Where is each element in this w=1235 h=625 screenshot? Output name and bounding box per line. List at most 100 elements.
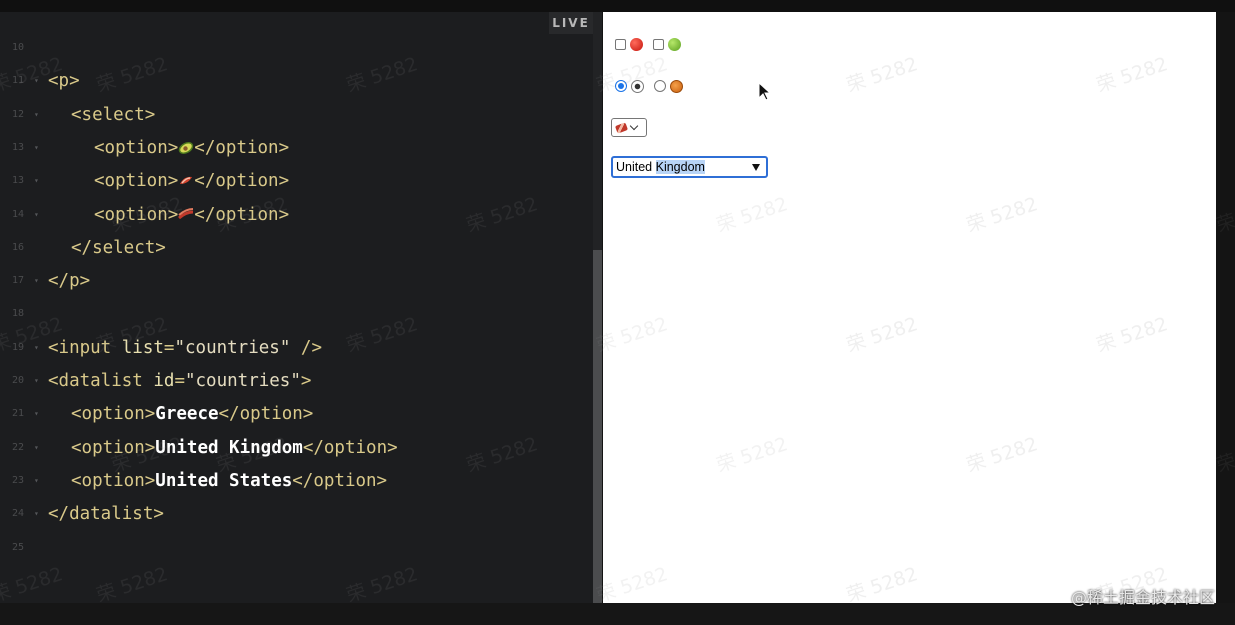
fold-arrow-icon[interactable]: ▾	[34, 434, 39, 462]
fold-arrow-icon[interactable]: ▾	[34, 167, 39, 195]
code-token: United States	[155, 470, 293, 491]
code-line[interactable]: 18	[0, 300, 593, 328]
line-number: 16	[12, 241, 25, 253]
code-token: </p>	[48, 271, 91, 292]
chevron-down-icon	[629, 121, 639, 131]
mouse-cursor-icon	[758, 82, 772, 101]
country-input[interactable]: United Kingdom	[611, 156, 768, 178]
code-token: <select>	[71, 104, 156, 125]
checkbox-apple-green[interactable]	[653, 38, 664, 50]
code-token: </option>	[194, 171, 290, 192]
code-text: <option>United States</option>	[71, 467, 387, 495]
code-token: Greece	[155, 404, 219, 425]
radio-soccer[interactable]	[615, 80, 627, 92]
fold-arrow-icon[interactable]: ▾	[34, 367, 39, 395]
line-number: 22	[12, 441, 25, 453]
fold-arrow-icon[interactable]: ▾	[34, 267, 39, 295]
code-text: <datalist id="countries">	[48, 367, 311, 395]
fold-arrow-icon[interactable]: ▾	[34, 400, 39, 428]
credit-text: @稀土掘金技术社区	[1070, 588, 1215, 607]
code-token: </option>	[194, 137, 290, 158]
bacon-strips-icon	[178, 206, 194, 224]
line-number: 13	[12, 141, 25, 153]
code-line[interactable]: 13 ▾ <option> </option>	[0, 167, 593, 195]
datalist-dropdown-icon[interactable]	[752, 164, 760, 171]
right-strip	[1216, 12, 1235, 603]
code-token: </option>	[302, 437, 398, 458]
fold-arrow-icon[interactable]: ▾	[34, 500, 39, 528]
code-token: "countries"	[174, 337, 291, 358]
code-token: />	[290, 337, 322, 358]
line-number: 24	[12, 508, 25, 520]
line-number: 10	[12, 42, 25, 53]
code-token: <option>	[71, 470, 156, 491]
code-token: "countries"	[184, 371, 301, 391]
bacon-icon	[614, 121, 629, 134]
code-line[interactable]: 11 ▾ <p>	[0, 67, 593, 95]
soccer-ball-icon	[631, 79, 644, 93]
emoji-select[interactable]	[611, 118, 647, 137]
editor-scrollbar[interactable]	[593, 250, 602, 603]
line-number: 14	[12, 208, 25, 220]
fold-arrow-icon[interactable]: ▾	[34, 134, 39, 162]
checkbox-apple-red[interactable]	[615, 38, 626, 50]
line-number: 19	[12, 341, 25, 353]
code-token: </option>	[194, 204, 290, 225]
code-token: =	[174, 371, 185, 391]
code-line[interactable]: 24 ▾ </datalist>	[0, 500, 593, 528]
code-line[interactable]: 10	[0, 34, 593, 62]
line-number: 13	[12, 175, 25, 187]
code-line[interactable]: 14 ▾ <option> </option>	[0, 201, 593, 229]
code-line[interactable]: 13 ▾ <option> </option>	[0, 134, 593, 162]
radio-basketball[interactable]	[654, 80, 666, 92]
code-text: <p>	[48, 67, 80, 95]
fold-arrow-icon[interactable]: ▾	[34, 467, 39, 495]
code-line[interactable]: 16 </select>	[0, 234, 593, 262]
basketball-icon	[670, 79, 683, 93]
code-text: <option> </option>	[94, 201, 289, 229]
radio-row	[615, 78, 689, 94]
top-strip	[0, 0, 1235, 12]
code-line[interactable]: 19 ▾ <input list="countries" />	[0, 334, 593, 362]
code-line[interactable]: 21 ▾ <option>Greece</option>	[0, 400, 593, 428]
code-text: </p>	[48, 267, 90, 295]
fold-arrow-icon[interactable]: ▾	[34, 67, 39, 95]
line-number: 11	[12, 75, 25, 87]
line-number: 20	[12, 375, 25, 386]
code-token: </option>	[218, 404, 314, 425]
code-line[interactable]: 12 ▾ <select>	[0, 101, 593, 129]
code-text: </datalist>	[48, 500, 164, 528]
fold-arrow-icon[interactable]: ▾	[34, 201, 39, 229]
code-line[interactable]: 23 ▾ <option>United States</option>	[0, 467, 593, 495]
code-line[interactable]: 17 ▾ </p>	[0, 267, 593, 295]
code-line[interactable]: 20 ▾ <datalist id="countries">	[0, 367, 593, 395]
code-token: <option>	[94, 204, 179, 225]
code-token: </option>	[292, 470, 388, 491]
code-line[interactable]: 22 ▾ <option>United Kingdom</option>	[0, 434, 593, 462]
line-number: 23	[12, 474, 25, 486]
code-token: <datalist	[48, 371, 154, 391]
code-text: <option> </option>	[94, 167, 289, 195]
code-line[interactable]: 25	[0, 534, 593, 562]
code-token: >	[300, 371, 312, 391]
fold-arrow-icon[interactable]: ▾	[34, 334, 39, 362]
code-token: <p>	[48, 71, 80, 92]
bacon-icon	[178, 172, 194, 190]
code-token: </select>	[71, 237, 166, 258]
code-token: <option>	[94, 137, 179, 158]
green-apple-icon	[668, 37, 681, 51]
fold-arrow-icon[interactable]: ▾	[34, 101, 39, 129]
code-token: <input	[48, 337, 122, 358]
code-editor[interactable]: 10 11 ▾ <p> 12 ▾ <select> 13 ▾ <option> </option> 1…	[0, 12, 593, 603]
code-text: </select>	[71, 234, 166, 262]
line-number: 12	[12, 108, 25, 120]
live-preview: United Kingdom	[603, 12, 1216, 603]
line-number: 18	[12, 308, 25, 320]
code-token: id	[153, 371, 175, 391]
code-token: <option>	[71, 437, 156, 458]
country-input-value-prefix: United	[616, 160, 656, 174]
code-text: <select>	[71, 101, 155, 129]
checkbox-row	[615, 36, 687, 52]
code-token: <option>	[71, 404, 156, 425]
bottom-strip	[0, 603, 1235, 625]
